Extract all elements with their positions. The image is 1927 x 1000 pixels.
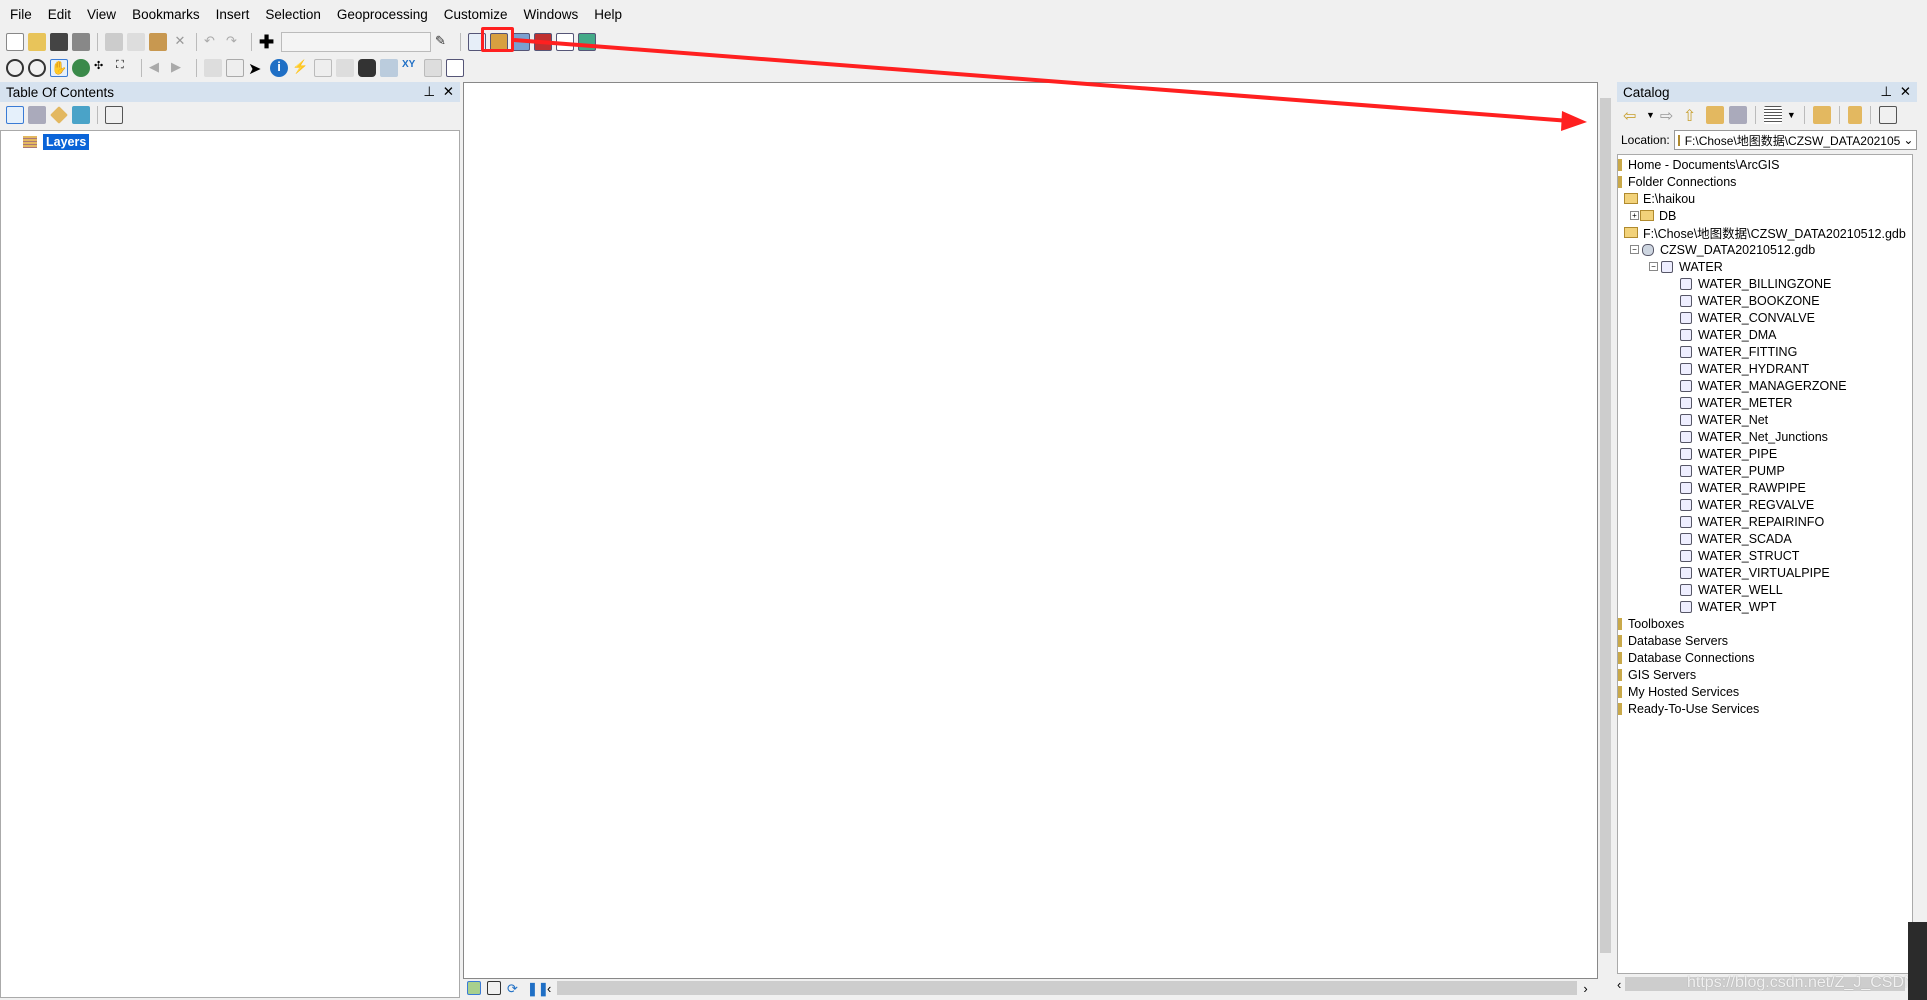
annotation-arrow: [513, 38, 1587, 131]
